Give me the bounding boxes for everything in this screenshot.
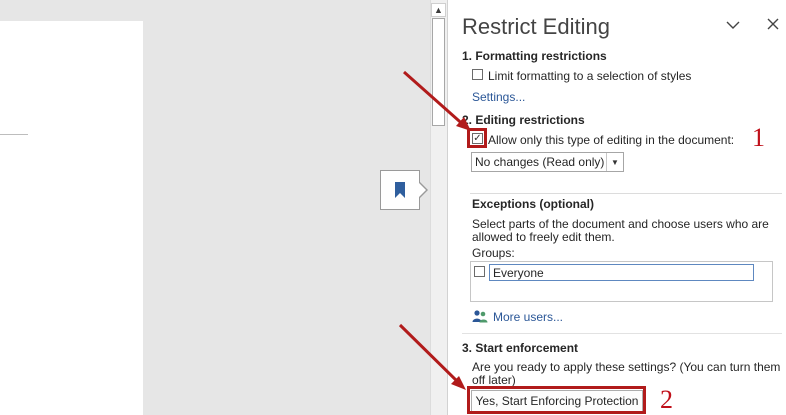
scrollbar-thumb[interactable] <box>432 18 445 126</box>
settings-link[interactable]: Settings... <box>472 90 525 104</box>
limit-formatting-checkbox[interactable] <box>472 69 483 80</box>
exceptions-heading: Exceptions (optional) <box>472 197 595 211</box>
document-page[interactable] <box>0 21 143 415</box>
more-users-link[interactable]: More users... <box>493 310 563 324</box>
chevron-down-icon[interactable] <box>724 16 742 34</box>
annotation-highlight-box <box>467 128 487 148</box>
everyone-label[interactable]: Everyone <box>493 266 544 280</box>
annotation-number-1: 1 <box>752 123 765 152</box>
section-divider <box>462 333 782 334</box>
exceptions-description: Select parts of the document and choose … <box>472 217 769 244</box>
editing-type-value[interactable]: No changes (Read only) <box>475 155 604 169</box>
groups-label: Groups: <box>472 246 515 260</box>
start-enforcement-heading: 3. Start enforcement <box>462 341 579 355</box>
page-divider <box>0 134 28 135</box>
annotation-highlight-box <box>467 386 646 414</box>
bookmark-pointer-fill <box>418 182 426 198</box>
close-icon[interactable] <box>764 15 782 33</box>
scroll-up-icon[interactable]: ▲ <box>431 3 446 17</box>
dropdown-arrow-icon[interactable]: ▼ <box>606 153 623 171</box>
limit-formatting-label[interactable]: Limit formatting to a selection of style… <box>488 69 691 83</box>
formatting-restrictions-heading: 1. Formatting restrictions <box>462 49 607 63</box>
allow-editing-type-label[interactable]: Allow only this type of editing in the d… <box>488 133 734 147</box>
annotation-number-2: 2 <box>660 385 673 414</box>
bookmark-card[interactable] <box>380 170 420 210</box>
users-icon <box>472 310 488 323</box>
everyone-checkbox[interactable] <box>474 266 485 277</box>
bookmark-icon <box>395 182 405 198</box>
start-enforcement-description: Are you ready to apply these settings? (… <box>472 360 781 387</box>
editing-restrictions-heading: 2. Editing restrictions <box>462 113 585 127</box>
pane-title: Restrict Editing <box>462 14 610 39</box>
